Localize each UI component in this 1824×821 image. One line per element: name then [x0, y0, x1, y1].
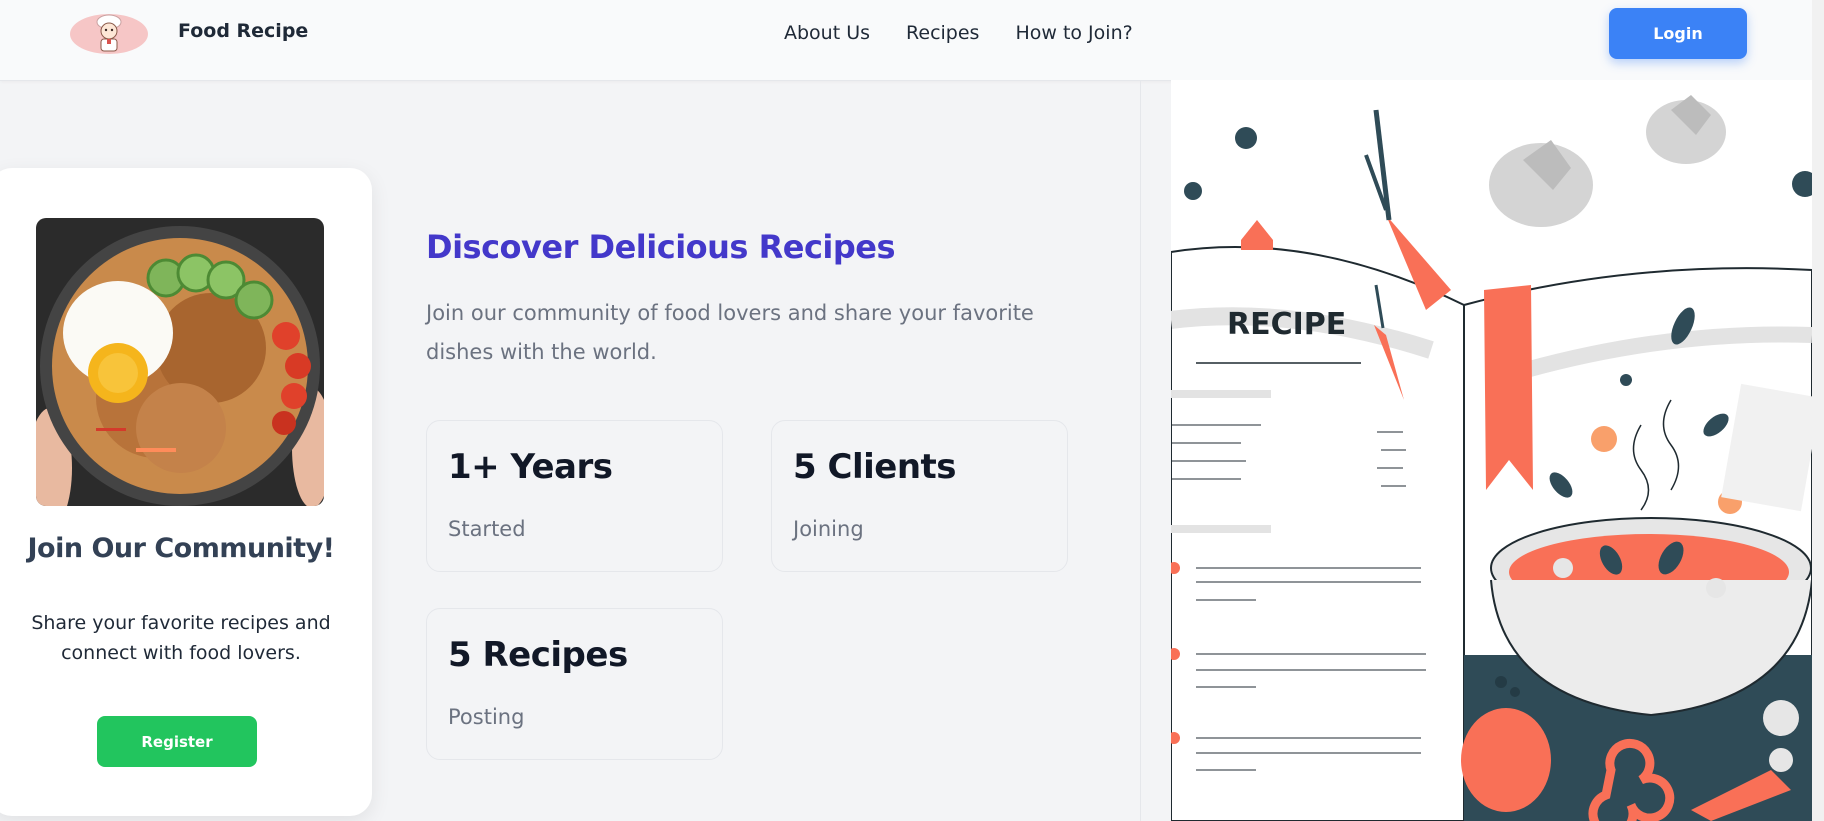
stat-value: 5 Recipes: [448, 635, 628, 675]
nav-about-us[interactable]: About Us: [784, 22, 870, 44]
chef-logo-icon[interactable]: [69, 13, 149, 55]
navbar: Food Recipe About Us Recipes How to Join…: [0, 0, 1812, 81]
stat-label: Posting: [448, 705, 525, 729]
hero-title: Discover Delicious Recipes: [426, 228, 896, 266]
stat-label: Started: [448, 517, 526, 541]
section-divider: [1140, 80, 1141, 821]
stat-card-recipes: 5 Recipes Posting: [426, 608, 723, 760]
register-button[interactable]: Register: [97, 716, 257, 767]
stat-card-clients: 5 Clients Joining: [771, 420, 1068, 572]
stat-card-years: 1+ Years Started: [426, 420, 723, 572]
stat-label: Joining: [793, 517, 864, 541]
community-card: Join Our Community! Share your favorite …: [0, 168, 372, 816]
login-button[interactable]: Login: [1609, 8, 1747, 59]
stat-value: 1+ Years: [448, 447, 613, 487]
community-description: Share your favorite recipes and connect …: [31, 612, 331, 664]
nav-recipes[interactable]: Recipes: [906, 22, 979, 44]
scrollbar[interactable]: [1812, 0, 1824, 821]
hero-description: Join our community of food lovers and sh…: [426, 301, 1034, 364]
recipe-book-illustration: RECIPE: [1171, 80, 1812, 821]
community-title: Join Our Community!: [27, 533, 335, 564]
nav-how-to-join[interactable]: How to Join?: [1015, 22, 1132, 44]
stat-value: 5 Clients: [793, 447, 957, 487]
recipe-label: RECIPE: [1227, 307, 1346, 342]
brand-name[interactable]: Food Recipe: [178, 20, 308, 42]
main-nav: About Us Recipes How to Join?: [784, 22, 1133, 44]
food-image: [36, 218, 324, 506]
